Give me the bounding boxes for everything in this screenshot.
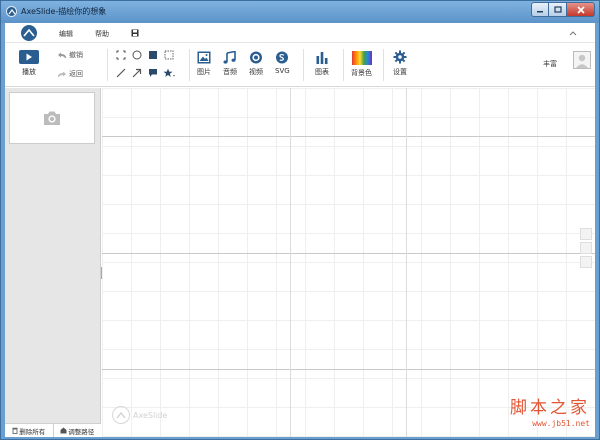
path-icon xyxy=(60,427,67,434)
music-button[interactable]: 音频 xyxy=(223,51,237,77)
circle-tool[interactable] xyxy=(131,49,143,61)
palette-icon xyxy=(351,51,372,65)
toolbar-separator xyxy=(189,49,190,81)
slide-panel: 删除所有 调整路径 xyxy=(5,88,101,437)
menu-edit[interactable]: 编辑 xyxy=(59,29,73,39)
speech-bubble-tool[interactable] xyxy=(147,67,159,79)
svg-button[interactable]: SVG xyxy=(275,51,290,75)
play-button[interactable]: 播放 xyxy=(19,50,39,77)
canvas-side-tools xyxy=(580,228,592,270)
play-icon xyxy=(19,50,39,64)
line-tool[interactable] xyxy=(115,67,127,79)
title-bar[interactable]: AxeSlide-描绘你的想象 xyxy=(1,1,599,23)
square-tool[interactable] xyxy=(147,49,159,61)
picture-label: 图片 xyxy=(197,68,211,76)
line-icon xyxy=(116,68,126,78)
menu-bar: 编辑 帮助 xyxy=(5,23,595,43)
svg-icon xyxy=(276,51,289,64)
app-window: AxeSlide-描绘你的想象 编辑 帮助 播放 撤销 返回 图片 音频 视频 … xyxy=(0,0,600,440)
star-icon xyxy=(163,68,175,77)
collapse-icon[interactable] xyxy=(569,29,577,37)
chart-label: 图表 xyxy=(315,68,329,76)
logo-icon xyxy=(112,406,130,424)
ribbon-toolbar: 播放 撤销 返回 图片 音频 视频 SVG 图表 背景色 设置 丰富 xyxy=(5,43,595,87)
maximize-button[interactable] xyxy=(549,2,567,17)
toolbar-separator xyxy=(107,49,108,81)
guide-line xyxy=(102,136,595,137)
adjust-path-label: 调整路径 xyxy=(68,427,95,436)
delete-all-button[interactable]: 删除所有 xyxy=(5,424,54,437)
maximize-icon xyxy=(553,6,562,13)
site-watermark: 脚本之家 www.jb51.net xyxy=(462,393,590,428)
undo-button[interactable]: 撤销 xyxy=(57,50,83,60)
picture-icon xyxy=(197,51,211,64)
guide-line xyxy=(102,253,595,254)
guide-line xyxy=(102,369,595,370)
site-title: 脚本之家 xyxy=(510,398,590,418)
close-button[interactable] xyxy=(567,2,595,17)
slide-canvas[interactable]: AxeSlide 脚本之家 www.jb51.net xyxy=(102,88,595,437)
background-label: 背景色 xyxy=(351,69,372,77)
redo-button[interactable]: 返回 xyxy=(57,69,83,79)
frame-icon xyxy=(116,50,126,60)
background-color-button[interactable]: 背景色 xyxy=(351,51,372,78)
slide-panel-actions: 删除所有 调整路径 xyxy=(5,423,101,437)
undo-icon xyxy=(58,52,66,58)
toolbar-separator xyxy=(343,49,344,81)
watermark-text: AxeSlide xyxy=(133,410,168,420)
redo-label: 返回 xyxy=(69,70,83,78)
slide-thumbnail[interactable] xyxy=(9,92,95,144)
avatar[interactable] xyxy=(573,51,591,69)
undo-label: 撤销 xyxy=(69,51,83,59)
toolbar-separator xyxy=(383,49,384,81)
star-tool[interactable] xyxy=(163,67,175,79)
minimize-icon xyxy=(537,10,543,12)
gear-icon xyxy=(393,50,407,64)
video-icon xyxy=(250,51,262,64)
close-icon xyxy=(576,5,585,14)
settings-button[interactable]: 设置 xyxy=(393,50,407,77)
circle-icon xyxy=(132,50,142,60)
camera-icon xyxy=(44,111,60,125)
svg-label: SVG xyxy=(275,67,290,75)
site-url: www.jb51.net xyxy=(532,419,590,428)
video-button[interactable]: 视频 xyxy=(249,51,263,77)
dashed-rect-icon xyxy=(164,50,174,60)
chart-icon xyxy=(316,52,328,64)
fit-view-button[interactable] xyxy=(580,256,592,268)
zoom-out-button[interactable] xyxy=(580,242,592,254)
picture-button[interactable]: 图片 xyxy=(197,51,211,77)
save-icon[interactable] xyxy=(131,29,139,37)
arrow-tool[interactable] xyxy=(131,67,143,79)
avatar-icon xyxy=(576,54,588,68)
toolbar-separator xyxy=(303,49,304,81)
play-label: 播放 xyxy=(22,68,36,76)
zoom-in-button[interactable] xyxy=(580,228,592,240)
app-icon xyxy=(6,6,17,17)
music-label: 音频 xyxy=(223,68,237,76)
music-icon xyxy=(223,51,236,64)
trash-icon xyxy=(12,427,18,434)
square-icon xyxy=(149,51,157,59)
redo-icon xyxy=(58,71,66,77)
guide-line xyxy=(406,88,407,437)
adjust-path-button[interactable]: 调整路径 xyxy=(54,424,102,437)
user-name[interactable]: 丰富 xyxy=(543,59,557,69)
logo-icon[interactable] xyxy=(21,25,37,41)
app-client: 编辑 帮助 播放 撤销 返回 图片 音频 视频 SVG 图表 背景色 设置 丰富… xyxy=(5,23,595,437)
arrow-icon xyxy=(132,68,142,78)
minimize-button[interactable] xyxy=(531,2,549,17)
window-title: AxeSlide-描绘你的想象 xyxy=(21,7,107,16)
guide-line xyxy=(290,88,291,437)
dashed-rect-tool[interactable] xyxy=(163,49,175,61)
menu-help[interactable]: 帮助 xyxy=(95,29,109,39)
speech-bubble-icon xyxy=(149,69,157,77)
delete-all-label: 删除所有 xyxy=(19,427,46,436)
frame-tool[interactable] xyxy=(115,49,127,61)
chart-button[interactable]: 图表 xyxy=(315,51,329,77)
settings-label: 设置 xyxy=(393,68,407,76)
video-label: 视频 xyxy=(249,68,263,76)
canvas-watermark: AxeSlide xyxy=(112,406,167,424)
